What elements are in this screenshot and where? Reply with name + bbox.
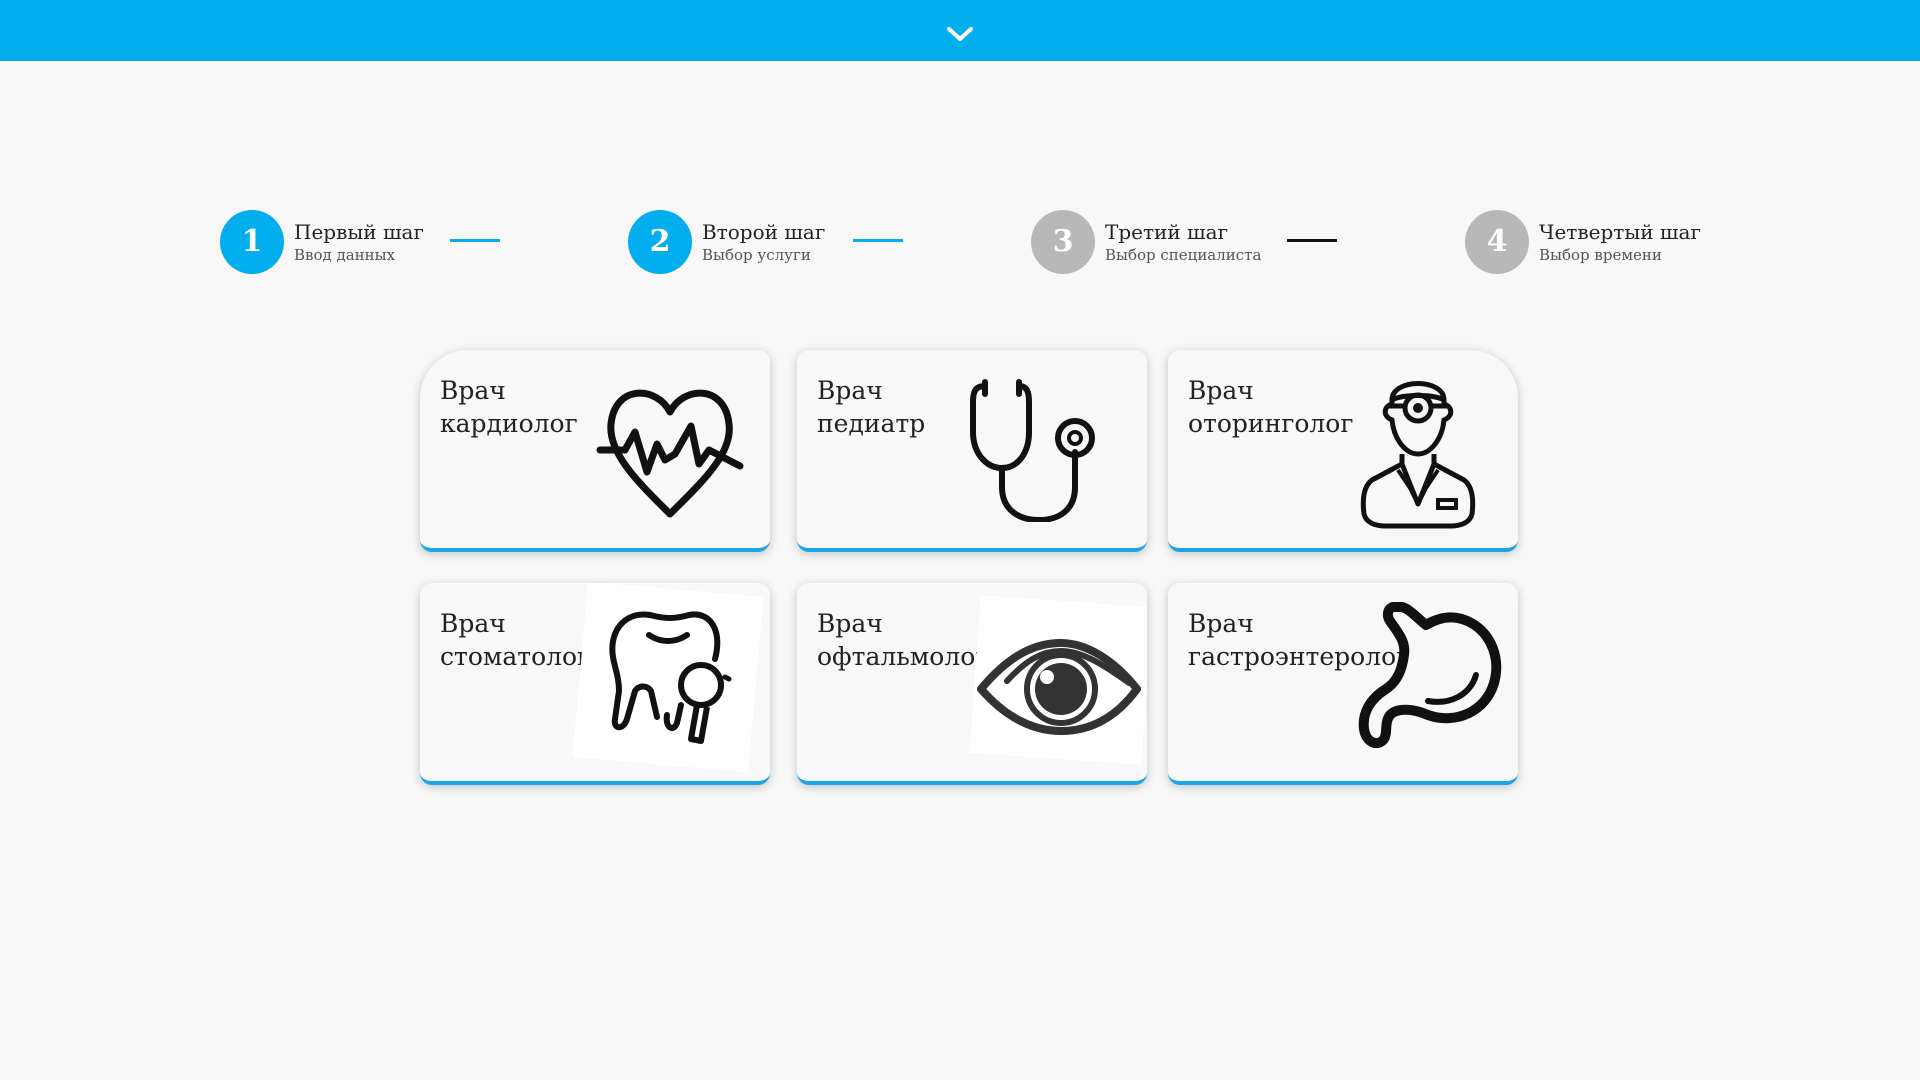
step-number: 3 <box>1031 210 1095 274</box>
step-title: Третий шаг <box>1105 220 1229 244</box>
top-bar <box>0 0 1920 61</box>
service-card-gastroenterologist[interactable]: Врач гастроэнтеролог <box>1168 583 1518 785</box>
service-card-pediatrician[interactable]: Врач педиатр <box>797 350 1147 552</box>
tooth-mirror-icon <box>609 611 732 744</box>
service-card-cardiologist[interactable]: Врач кардиолог <box>420 350 770 552</box>
stethoscope-icon <box>970 379 1095 522</box>
step-subtitle: Ввод данных <box>294 246 396 264</box>
step-connector <box>853 239 903 242</box>
step-connector <box>1287 239 1337 242</box>
step-title: Второй шаг <box>702 220 826 244</box>
step-connector <box>450 239 500 242</box>
service-card-ophthalmologist[interactable]: Врач офтальмолог <box>797 583 1147 785</box>
step-subtitle: Выбор времени <box>1539 246 1662 264</box>
step-subtitle: Выбор услуги <box>702 246 811 264</box>
service-card-ent[interactable]: Врач оторинголог <box>1168 350 1518 552</box>
service-card-dentist[interactable]: Врач стоматолог <box>420 583 770 785</box>
progress-stepper: 1 Первый шаг Ввод данных 2 Второй шаг Вы… <box>0 208 1920 278</box>
chevron-down-icon[interactable] <box>946 26 974 42</box>
step-subtitle: Выбор специалиста <box>1105 246 1262 264</box>
step-number: 4 <box>1465 210 1529 274</box>
step-title: Первый шаг <box>294 220 424 244</box>
eye-icon <box>977 638 1141 736</box>
ent-doctor-icon <box>1360 381 1476 529</box>
step-number: 2 <box>628 210 692 274</box>
step-number: 1 <box>220 210 284 274</box>
stomach-icon <box>1358 602 1502 749</box>
heart-pulse-icon <box>596 389 744 518</box>
step-title: Четвертый шаг <box>1539 220 1701 244</box>
